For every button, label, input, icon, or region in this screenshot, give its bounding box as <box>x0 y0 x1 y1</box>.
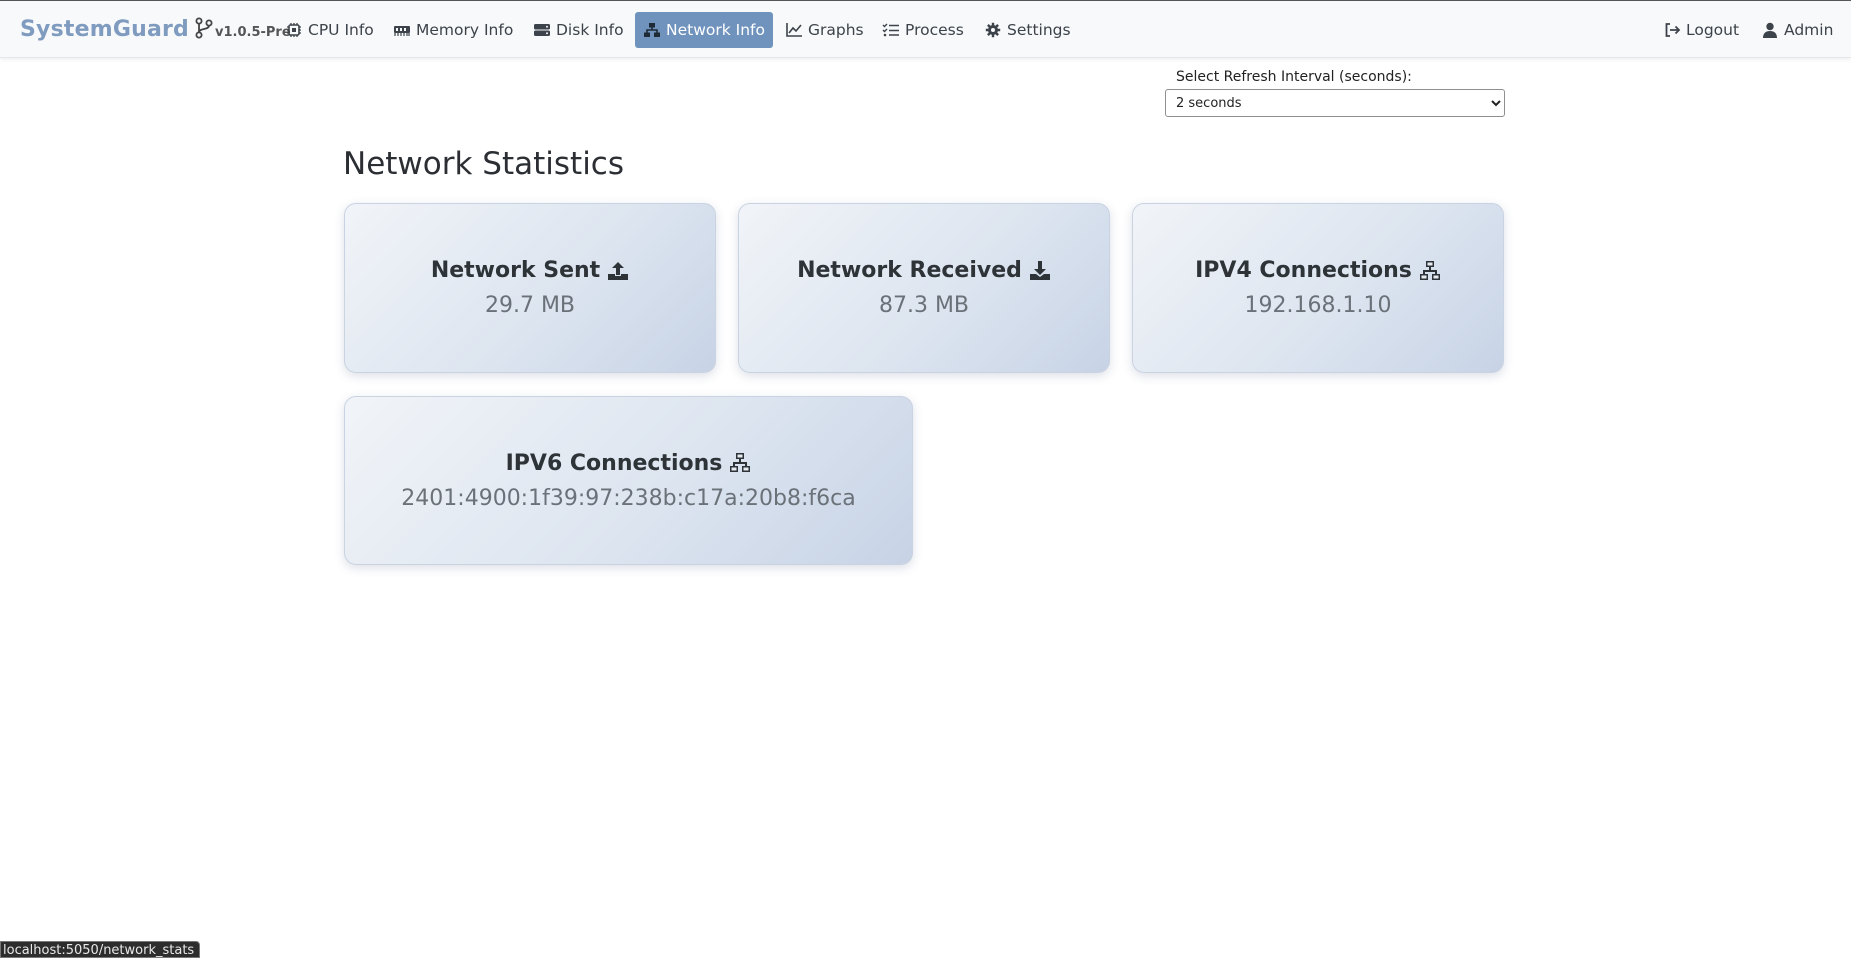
refresh-interval-label: Select Refresh Interval (seconds): <box>1176 69 1412 85</box>
user-menu[interactable]: Admin <box>1753 12 1841 48</box>
nav-label-graphs: Graphs <box>808 21 864 39</box>
card-title: Network Sent <box>430 258 601 283</box>
chart-line-icon <box>786 23 802 37</box>
disk-icon <box>534 24 550 36</box>
card-title: Network Received <box>797 258 1022 283</box>
refresh-interval-select[interactable]: 2 seconds <box>1165 89 1505 117</box>
upload-icon <box>608 261 629 280</box>
logout-button[interactable]: Logout <box>1655 12 1747 48</box>
page-title: Network Statistics <box>343 146 624 182</box>
nav-label-network: Network Info <box>666 21 765 39</box>
nav-network-info[interactable]: Network Info <box>635 12 773 48</box>
ipv4-connections-card: IPV4 Connections 192.168.1.10 <box>1132 203 1504 373</box>
memory-icon <box>394 26 410 36</box>
card-title-row: IPV6 Connections <box>506 451 752 476</box>
nav-cpu-info[interactable]: CPU Info <box>277 12 382 48</box>
network-icon <box>644 23 660 37</box>
card-title-row: Network Received <box>797 258 1051 283</box>
nav-settings[interactable]: Settings <box>976 12 1079 48</box>
card-value: 87.3 MB <box>878 293 970 318</box>
status-bar-url: localhost:5050/network_stats <box>0 941 201 958</box>
nav-label-process: Process <box>905 21 964 39</box>
tasks-icon <box>882 23 899 37</box>
nav-process[interactable]: Process <box>874 12 972 48</box>
nav-memory-info[interactable]: Memory Info <box>385 12 521 48</box>
nav-graphs[interactable]: Graphs <box>777 12 872 48</box>
card-title-row: Network Sent <box>431 258 629 283</box>
code-branch-icon <box>195 17 213 39</box>
top-navbar: SystemGuard v1.0.5-Pre CPU Info Memory I… <box>0 0 1851 58</box>
download-icon <box>1029 260 1050 280</box>
nav-label-disk: Disk Info <box>556 21 624 39</box>
nav-disk-info[interactable]: Disk Info <box>525 12 632 48</box>
sign-out-icon <box>1665 23 1681 37</box>
card-value: 29.7 MB <box>484 293 576 318</box>
logout-label: Logout <box>1686 21 1740 39</box>
ipv6-connections-card: IPV6 Connections 2401:4900:1f39:97:238b:… <box>344 396 913 565</box>
card-value: 2401:4900:1f39:97:238b:c17a:20b8:f6ca <box>401 485 856 511</box>
network-wired-icon <box>1419 260 1440 280</box>
network-sent-card: Network Sent 29.7 MB <box>344 203 716 373</box>
user-icon <box>1763 22 1777 38</box>
brand[interactable]: SystemGuard v1.0.5-Pre <box>20 14 291 42</box>
card-value: 192.168.1.10 <box>1244 293 1392 318</box>
network-received-card: Network Received 87.3 MB <box>738 203 1110 373</box>
card-title-row: IPV4 Connections <box>1195 258 1441 283</box>
nav-label-settings: Settings <box>1007 21 1071 39</box>
brand-name[interactable]: SystemGuard <box>20 17 189 42</box>
nav-label-cpu: CPU Info <box>308 21 374 39</box>
network-wired-icon <box>730 453 751 472</box>
nav-label-memory: Memory Info <box>416 21 514 39</box>
cpu-icon <box>287 23 301 37</box>
user-label: Admin <box>1784 21 1834 39</box>
gear-icon <box>985 22 1001 38</box>
card-title: IPV6 Connections <box>505 450 723 476</box>
card-title: IPV4 Connections <box>1195 258 1412 283</box>
